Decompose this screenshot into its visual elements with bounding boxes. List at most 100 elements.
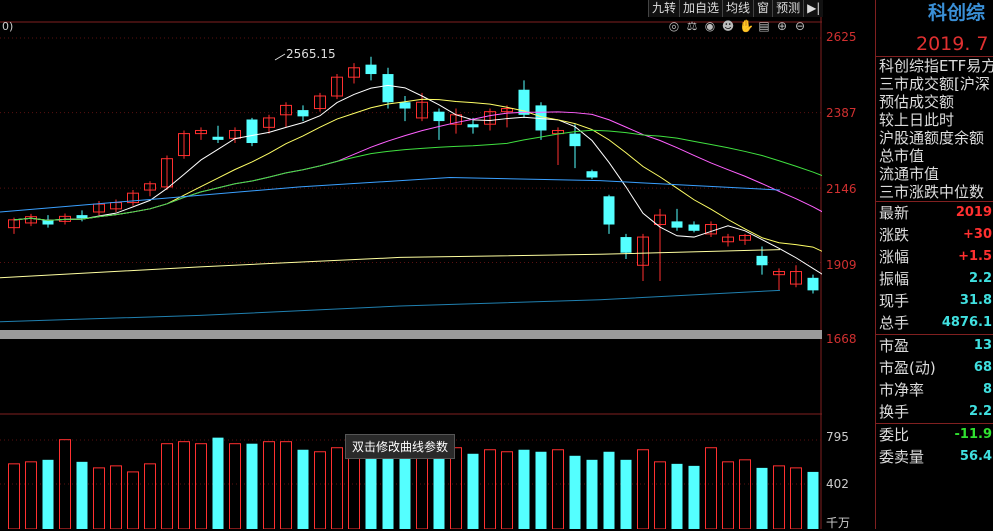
hand-icon[interactable]: ✋ [739, 19, 754, 33]
quote-row: 涨跌 +30 [879, 226, 992, 244]
valuation-row: 市盈 13 [879, 337, 992, 355]
collapse-panel-button[interactable]: ▶| [803, 0, 823, 17]
volume-bar-up [739, 459, 751, 529]
info-line[interactable]: 三市涨跌中位数 [876, 183, 993, 201]
target-icon[interactable]: ◎ [667, 19, 681, 33]
volume-bar-up [501, 451, 513, 529]
moving-average-button[interactable]: 均线 [722, 0, 753, 17]
volume-bar-up [263, 441, 275, 529]
info-lines: 科创综指ETF易方 三市成交额[沪深 预估成交额 较上日此时 沪股通额度余额 总… [876, 57, 993, 201]
volume-bar-up [127, 471, 139, 529]
price-axis-tick: 1909 [826, 258, 857, 272]
ma60-line [0, 176, 781, 213]
volume-bar-down [467, 453, 479, 529]
candle-body-down [246, 119, 258, 144]
forecast-button[interactable]: 预测 [772, 0, 803, 17]
candle-body-down [433, 111, 445, 122]
candle-body-down [467, 124, 479, 128]
ma250-line [0, 289, 781, 323]
volume-bar-up [178, 441, 190, 529]
quote-row: 最新 2019 [879, 204, 992, 222]
date-label: 2019. 7 [876, 28, 993, 57]
volume-bar-up [654, 461, 666, 529]
candle-body-down [365, 64, 377, 75]
top-toolbar: 九转 加自选 均线 窗 预测 ▶| [648, 0, 824, 17]
chart-icon-toolbar: ◎ ⚖ ◉ ☻ ✋ ▤ ⊕ ⊖ [667, 19, 807, 33]
quote-row: 现手 31.8 [879, 292, 992, 310]
volume-bar-up [722, 461, 734, 529]
volume-axis-tick: 402 [826, 477, 849, 491]
valuation-row: 换手 2.2 [879, 403, 992, 421]
volume-bar-up [331, 447, 343, 529]
volume-bar-up [450, 447, 462, 529]
volume-bar-down [76, 461, 88, 529]
add-favorite-button[interactable]: 加自选 [679, 0, 722, 17]
candle-body-down [569, 133, 581, 147]
valuation-row: 市净率 8 [879, 381, 992, 399]
volume-bar-up [773, 465, 785, 529]
candle-body-down [586, 171, 598, 178]
volume-bar-up [229, 443, 241, 529]
price-axis-tick: 2387 [826, 106, 857, 120]
plus-circle-icon[interactable]: ⊕ [775, 19, 789, 33]
volume-unit-label: 千万 [826, 516, 851, 530]
volume-bar-up [25, 461, 37, 529]
volume-bar-down [42, 459, 54, 529]
candle-body-down [603, 196, 615, 225]
minus-circle-icon[interactable]: ⊖ [793, 19, 807, 33]
candle-body-down [399, 102, 411, 109]
volume-bar-down [586, 459, 598, 529]
info-line[interactable]: 科创综指ETF易方 [876, 57, 993, 75]
candle-body-down [807, 277, 819, 291]
price-axis-tick: 1668 [826, 332, 857, 346]
order-rows: 委比 -11.9 委卖量 56.4 [876, 423, 993, 468]
candle-body-down [76, 215, 88, 219]
volume-bar-down [688, 465, 700, 529]
volume-bar-up [8, 463, 20, 529]
ma10-line [13, 98, 822, 252]
volume-bar-down [569, 455, 581, 529]
order-row: 委卖量 56.4 [879, 448, 992, 466]
annotation-leader [274, 53, 286, 61]
eye-icon[interactable]: ◉ [703, 19, 717, 33]
volume-bar-down [212, 437, 224, 529]
volume-bar-up [790, 467, 802, 529]
security-title: 科创综 [928, 2, 986, 24]
info-line[interactable]: 沪股通额度余额 [876, 129, 993, 147]
weight-icon[interactable]: ⚖ [685, 19, 699, 33]
nine-turn-button[interactable]: 九转 [648, 0, 679, 17]
info-line[interactable]: 较上日此时 [876, 111, 993, 129]
volume-bar-up [93, 467, 105, 529]
quote-row: 涨幅 +1.5 [879, 248, 992, 266]
volume-bar-down [756, 467, 768, 529]
info-line[interactable]: 流通市值 [876, 165, 993, 183]
candle-body-down [212, 136, 224, 140]
volume-bar-up [314, 451, 326, 529]
volume-bar-up [195, 443, 207, 529]
scroll-band [0, 330, 822, 339]
top-left-label: 0) [2, 20, 14, 33]
mask-icon[interactable]: ☻ [721, 19, 735, 33]
volume-bar-down [535, 451, 547, 529]
ma20-line [13, 111, 822, 221]
info-line[interactable]: 三市成交额[沪深 [876, 75, 993, 93]
volume-axis-tick: 795 [826, 430, 849, 444]
info-line[interactable]: 总市值 [876, 147, 993, 165]
volume-bar-down [603, 451, 615, 529]
volume-bar-up [705, 447, 717, 529]
volume-bar-up [552, 449, 564, 529]
quote-row: 总手 4876.1 [879, 314, 992, 332]
volume-bar-up [280, 441, 292, 529]
valuation-row: 市盈(动) 68 [879, 359, 992, 377]
curve-params-tooltip: 双击修改曲线参数 [345, 434, 456, 459]
info-line[interactable]: 预估成交额 [876, 93, 993, 111]
window-button[interactable]: 窗 [753, 0, 772, 17]
candle-body-down [756, 255, 768, 266]
volume-bar-down [671, 463, 683, 529]
volume-bar-up [484, 449, 496, 529]
chart-small-icon[interactable]: ▤ [757, 19, 771, 33]
candle-body-down [671, 221, 683, 228]
candle-body-down [297, 110, 309, 117]
price-axis-tick: 2146 [826, 182, 857, 196]
volume-bar-down [620, 459, 632, 529]
